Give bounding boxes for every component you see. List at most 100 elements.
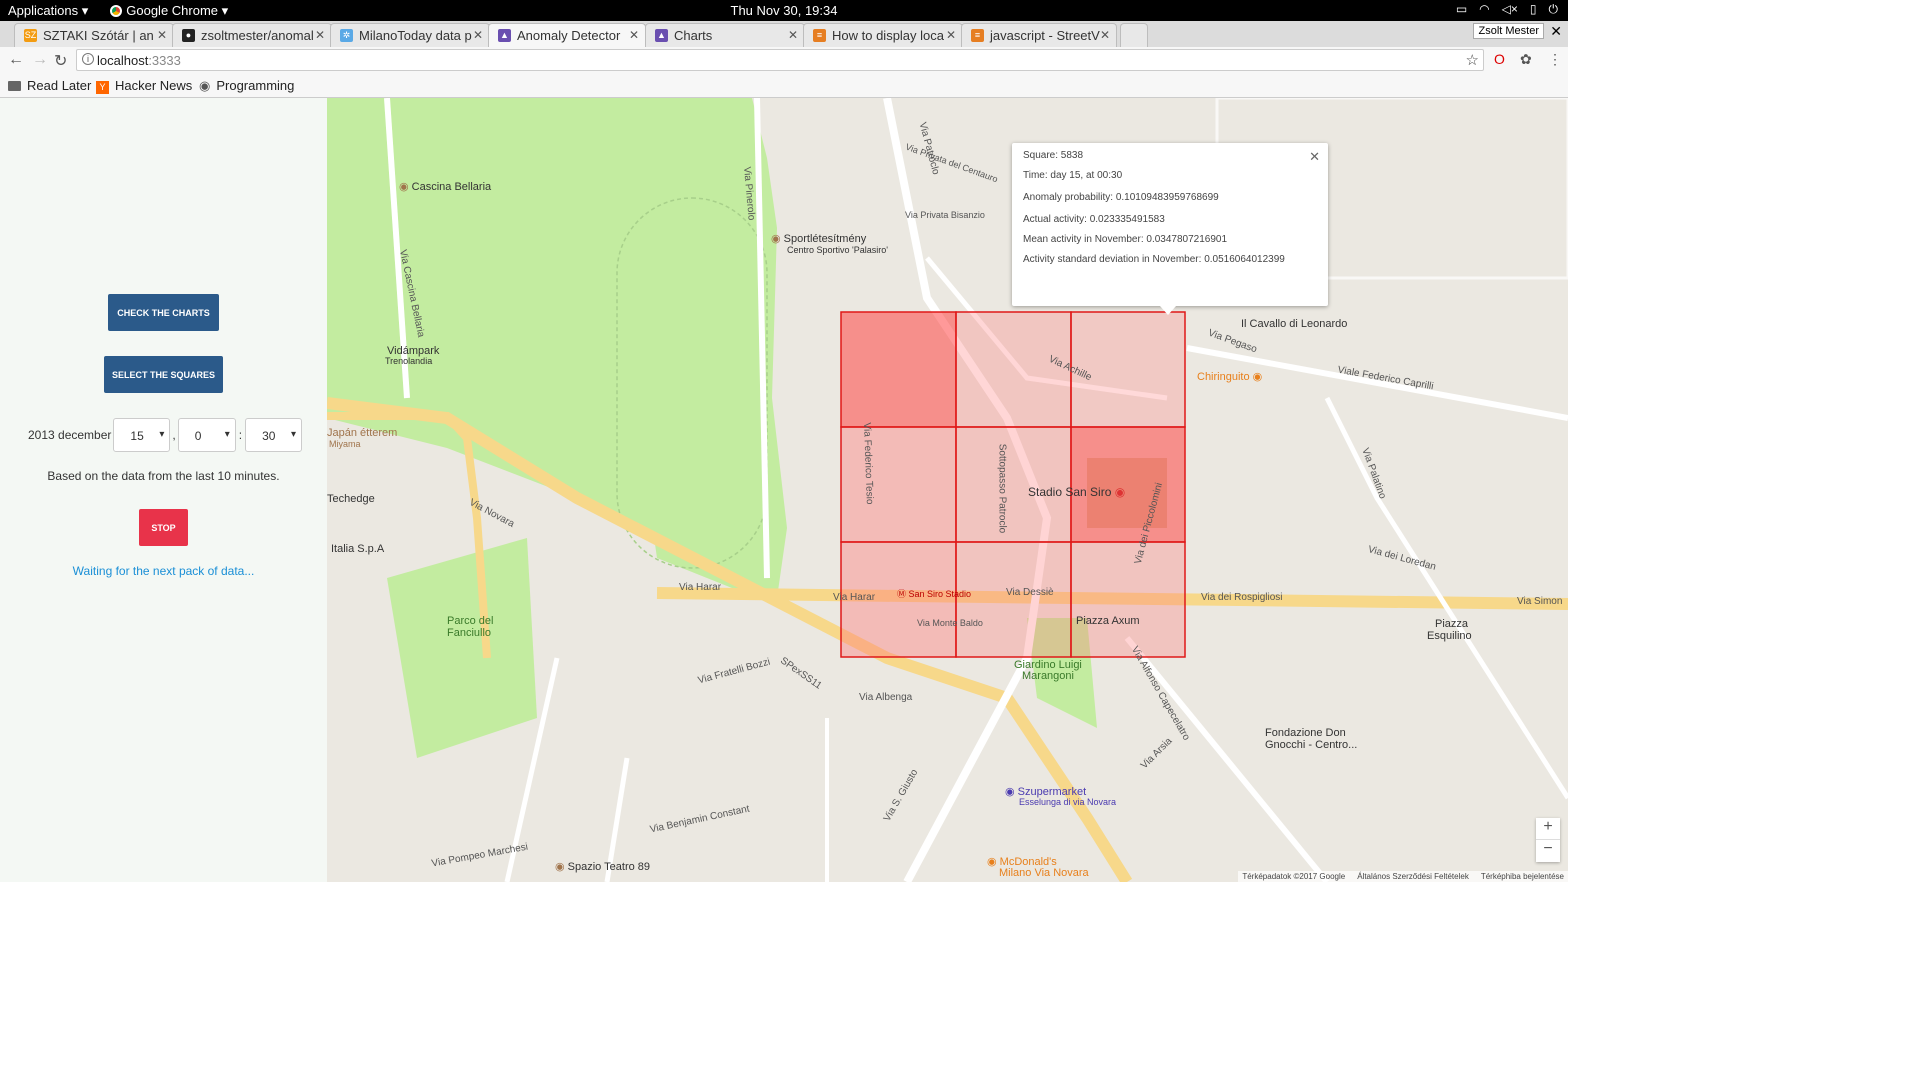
tab-label: MilanoToday data p bbox=[359, 28, 472, 43]
tab-label: Anomaly Detector bbox=[517, 28, 621, 43]
bookmark-star-icon[interactable]: ☆ bbox=[1466, 51, 1479, 69]
volume-icon[interactable]: ◁× bbox=[1502, 2, 1518, 17]
reload-icon[interactable]: ↻ bbox=[54, 51, 67, 71]
close-icon[interactable]: ✕ bbox=[788, 28, 798, 42]
tab-anomaly-detector[interactable]: ▲ Anomaly Detector ✕ bbox=[488, 23, 646, 47]
place-cavallo: Il Cavallo di Leonardo bbox=[1241, 318, 1348, 330]
place-trenolandia: Trenolandia bbox=[385, 356, 433, 366]
popup-mean: Mean activity in November: 0.03478072169… bbox=[1023, 234, 1228, 245]
stackoverflow-icon: ≡ bbox=[971, 29, 984, 42]
opera-icon[interactable]: O bbox=[1494, 51, 1505, 67]
tab-sztaki[interactable]: SZ SZTAKI Szótár | an ✕ bbox=[14, 23, 174, 47]
place-sportletesitmeny[interactable]: ◉ Sportlétesítmény bbox=[771, 232, 866, 245]
bookmark-read-later[interactable]: Read Later bbox=[8, 78, 91, 93]
place-label: Cascina Bellaria bbox=[411, 181, 492, 193]
metro-label: San Siro Stadio bbox=[908, 589, 972, 599]
place-centro-sportivo: Centro Sportivo 'Palasiro' bbox=[787, 245, 888, 255]
place-miyama: Miyama bbox=[329, 439, 361, 449]
close-icon[interactable]: ✕ bbox=[157, 28, 167, 42]
grid-square[interactable] bbox=[1070, 541, 1186, 658]
bookmark-label: Hacker News bbox=[115, 78, 193, 93]
info-icon[interactable]: i bbox=[82, 53, 94, 65]
place-milano-via-novara: Milano Via Novara bbox=[999, 867, 1089, 879]
metro-san-siro-stadio[interactable]: Ⓜ San Siro Stadio bbox=[897, 587, 971, 600]
grid-square[interactable] bbox=[955, 541, 1072, 658]
close-icon[interactable]: ✕ bbox=[315, 28, 325, 42]
stackoverflow-icon: ≡ bbox=[813, 29, 826, 42]
popup-tail bbox=[1160, 306, 1176, 315]
place-chiringuito[interactable]: Chiringuito ◉ bbox=[1197, 370, 1262, 383]
battery-icon[interactable]: ▯ bbox=[1530, 2, 1537, 17]
close-icon[interactable]: ✕ bbox=[946, 28, 956, 42]
popup-square: Square: 5838 bbox=[1023, 150, 1084, 161]
road-via-privata-bisanzio: Via Privata Bisanzio bbox=[905, 210, 985, 220]
new-tab-button[interactable] bbox=[1120, 23, 1148, 47]
back-icon[interactable]: ← bbox=[8, 51, 24, 69]
power-icon[interactable]: ⏻ bbox=[1549, 2, 1559, 17]
food-icon: ◉ bbox=[1249, 371, 1263, 383]
road-via-dessie: Via Dessiè bbox=[1006, 587, 1054, 598]
tab-javascript-streetview[interactable]: ≡ javascript - StreetV ✕ bbox=[961, 23, 1117, 47]
map[interactable]: ◉ Cascina Bellaria ◉ Sportlétesítmény Ce… bbox=[327, 98, 1568, 882]
select-squares-button[interactable]: SELECT THE SQUARES bbox=[104, 356, 223, 393]
close-icon[interactable]: ✕ bbox=[473, 28, 483, 42]
extension-icon[interactable]: ✿ bbox=[1520, 51, 1532, 68]
address-bar[interactable]: i localhost:3333 ☆ bbox=[76, 49, 1484, 71]
bookmarks-bar: Read Later Y Hacker News ◉ Programming bbox=[0, 74, 1568, 98]
menu-icon[interactable]: ⋮ bbox=[1548, 51, 1562, 68]
road-sottopasso: Sottopasso Patroclo bbox=[996, 443, 1008, 534]
bookmark-hacker-news[interactable]: Y Hacker News bbox=[96, 78, 192, 94]
bookmark-programming[interactable]: ◉ Programming bbox=[199, 78, 294, 94]
date-label: 2013 december bbox=[28, 428, 112, 442]
road-via-monte-baldo: Via Monte Baldo bbox=[917, 618, 983, 628]
separator: , bbox=[172, 428, 176, 442]
place-italia-spa: Italia S.p.A bbox=[331, 543, 385, 555]
map-attribution: Térképadatok ©2017 Google Általános Szer… bbox=[1238, 871, 1568, 882]
place-label: Spazio Teatro 89 bbox=[567, 861, 651, 873]
close-icon[interactable]: ✕ bbox=[629, 28, 639, 42]
screen-icon[interactable]: ▭ bbox=[1456, 2, 1467, 17]
minute-select[interactable]: 30 bbox=[245, 418, 303, 452]
place-stadio-san-siro[interactable]: Stadio San Siro ◉ bbox=[1028, 485, 1125, 499]
close-icon[interactable]: ✕ bbox=[1100, 28, 1110, 42]
tab-label: Charts bbox=[674, 28, 713, 43]
place-piazza-axum: Piazza Axum bbox=[1076, 615, 1140, 627]
profile-button[interactable]: Zsolt Mester bbox=[1473, 23, 1544, 39]
day-select[interactable]: 15 bbox=[113, 418, 171, 452]
close-icon[interactable]: ✕ bbox=[1309, 149, 1320, 165]
browser-toolbar: ← → ↻ i localhost:3333 ☆ O ✿ ⋮ bbox=[0, 47, 1568, 74]
bookmark-label: Read Later bbox=[27, 78, 92, 93]
forward-icon[interactable]: → bbox=[32, 51, 48, 69]
grid-square[interactable] bbox=[955, 311, 1072, 428]
report-error-link[interactable]: Térképhiba bejelentése bbox=[1481, 872, 1564, 881]
tab-milanotoday[interactable]: ✲ MilanoToday data p ✕ bbox=[330, 23, 490, 47]
tab-label: zsoltmester/anomal bbox=[201, 28, 314, 43]
github-icon: ● bbox=[182, 29, 195, 42]
wifi-icon[interactable]: ◠ bbox=[1479, 2, 1489, 17]
place-cascina-bellaria[interactable]: ◉ Cascina Bellaria bbox=[399, 180, 491, 193]
road-via-albenga: Via Albenga bbox=[859, 692, 913, 703]
applications-menu[interactable]: Applications ▾ bbox=[8, 3, 88, 19]
check-charts-button[interactable]: CHECK THE CHARTS bbox=[108, 294, 219, 331]
hour-select[interactable]: 0 bbox=[177, 418, 236, 452]
cart-icon: ◉ bbox=[1005, 786, 1018, 798]
control-panel: CHECK THE CHARTS SELECT THE SQUARES 2013… bbox=[0, 98, 327, 882]
folder-icon bbox=[8, 81, 21, 91]
tab-how-to-display[interactable]: ≡ How to display loca ✕ bbox=[803, 23, 963, 47]
window-close-icon[interactable]: ✕ bbox=[1550, 23, 1562, 40]
stop-button[interactable]: STOP bbox=[139, 509, 188, 546]
os-top-bar: Applications ▾ Google Chrome ▾ Thu Nov 3… bbox=[0, 0, 1568, 21]
food-icon: ◉ bbox=[987, 856, 1000, 868]
grid-square[interactable] bbox=[840, 311, 957, 428]
tab-github[interactable]: ● zsoltmester/anomal ✕ bbox=[172, 23, 332, 47]
browser-menu[interactable]: Google Chrome ▾ bbox=[110, 3, 228, 19]
grid-square[interactable] bbox=[1070, 311, 1186, 428]
place-fondazione: Fondazione Don bbox=[1265, 727, 1346, 739]
terms-link[interactable]: Általános Szerződési Feltételek bbox=[1357, 872, 1469, 881]
zoom-in-button[interactable]: + bbox=[1536, 818, 1560, 840]
place-spazio-teatro[interactable]: ◉ Spazio Teatro 89 bbox=[555, 860, 650, 873]
milanotoday-icon: ✲ bbox=[340, 29, 353, 42]
tab-charts[interactable]: ▲ Charts ✕ bbox=[645, 23, 805, 47]
zoom-out-button[interactable]: − bbox=[1536, 840, 1560, 862]
grid-square[interactable] bbox=[840, 426, 957, 543]
